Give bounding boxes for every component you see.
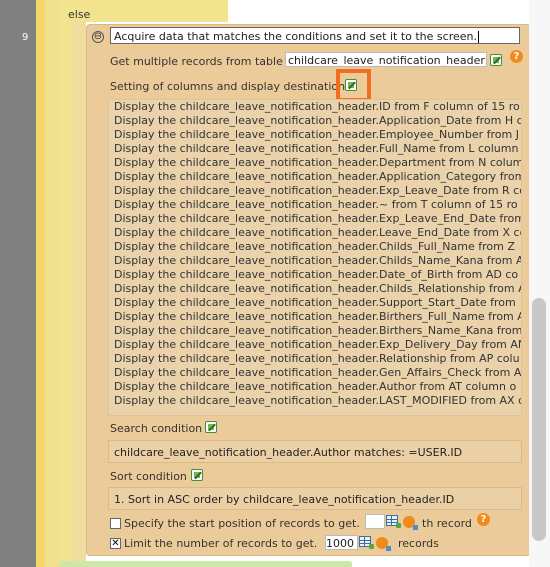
indent-stripe: [36, 0, 45, 567]
start-position-label: Specify the start position of records to…: [124, 517, 360, 530]
limit-suffix: records: [398, 537, 439, 550]
else-label: else: [68, 8, 91, 21]
table-name-field[interactable]: childcare_leave_notification_header: [285, 52, 487, 67]
else-block-body: [60, 22, 72, 567]
line-gutter: 9: [0, 0, 36, 567]
columns-rows: Display the childcare_leave_notification…: [109, 100, 521, 408]
column-mapping-row[interactable]: Display the childcare_leave_notification…: [109, 268, 521, 282]
scrollbar-thumb[interactable]: [532, 298, 546, 541]
column-mapping-row[interactable]: Display the childcare_leave_notification…: [109, 170, 521, 184]
column-mapping-row[interactable]: Display the childcare_leave_notification…: [109, 324, 521, 338]
column-mapping-row[interactable]: Display the childcare_leave_notification…: [109, 184, 521, 198]
column-mapping-row[interactable]: Display the childcare_leave_notification…: [109, 254, 521, 268]
column-mapping-row[interactable]: Display the childcare_leave_notification…: [109, 114, 521, 128]
column-mapping-row[interactable]: Display the childcare_leave_notification…: [109, 240, 521, 254]
column-mapping-row[interactable]: Display the childcare_leave_notification…: [109, 212, 521, 226]
table-select-icon[interactable]: [386, 515, 401, 528]
columns-setting-label: Setting of columns and display destinati…: [110, 80, 346, 93]
expression-icon[interactable]: [403, 516, 418, 530]
action-title-input[interactable]: Acquire data that matches the conditions…: [110, 27, 520, 44]
column-mapping-row[interactable]: Display the childcare_leave_notification…: [109, 338, 521, 352]
edit-search-condition-icon[interactable]: [205, 421, 217, 433]
start-position-suffix: th record: [422, 517, 472, 530]
help-icon[interactable]: ?: [510, 50, 523, 63]
edit-columns-icon[interactable]: [345, 79, 357, 91]
next-block-edge: [60, 561, 352, 567]
collapse-toggle-icon[interactable]: ⊖: [92, 31, 104, 43]
search-condition-box[interactable]: childcare_leave_notification_header.Auth…: [108, 440, 522, 463]
column-mapping-row[interactable]: Display the childcare_leave_notification…: [109, 128, 521, 142]
column-mapping-row[interactable]: Display the childcare_leave_notification…: [109, 142, 521, 156]
indent-column: [45, 0, 60, 567]
limit-input[interactable]: 1000: [325, 535, 358, 550]
column-mapping-row[interactable]: Display the childcare_leave_notification…: [109, 352, 521, 366]
column-mapping-row[interactable]: Display the childcare_leave_notification…: [109, 394, 521, 408]
limit-checkbox[interactable]: ✕: [110, 538, 121, 549]
edit-table-icon[interactable]: [490, 54, 502, 66]
sort-condition-label: Sort condition: [110, 470, 187, 483]
sort-condition-box[interactable]: 1. Sort in ASC order by childcare_leave_…: [108, 487, 522, 510]
edit-sort-condition-icon[interactable]: [191, 469, 203, 481]
help-icon[interactable]: ?: [477, 513, 490, 526]
expression-icon[interactable]: [376, 537, 391, 551]
start-position-input[interactable]: [365, 514, 385, 529]
columns-list[interactable]: Display the childcare_leave_notification…: [108, 99, 522, 416]
table-select-icon[interactable]: [359, 536, 374, 549]
column-mapping-row[interactable]: Display the childcare_leave_notification…: [109, 198, 521, 212]
action-title-text: Acquire data that matches the conditions…: [114, 30, 477, 43]
line-number: 9: [22, 32, 29, 43]
column-mapping-row[interactable]: Display the childcare_leave_notification…: [109, 282, 521, 296]
get-records-label: Get multiple records from table: [110, 55, 283, 68]
search-condition-label: Search condition: [110, 422, 203, 435]
column-mapping-row[interactable]: Display the childcare_leave_notification…: [109, 226, 521, 240]
column-mapping-row[interactable]: Display the childcare_leave_notification…: [109, 366, 521, 380]
start-position-checkbox[interactable]: [110, 518, 121, 529]
column-mapping-row[interactable]: Display the childcare_leave_notification…: [109, 380, 521, 394]
inner-indent: [72, 22, 86, 567]
column-mapping-row[interactable]: Display the childcare_leave_notification…: [109, 310, 521, 324]
column-mapping-row[interactable]: Display the childcare_leave_notification…: [109, 156, 521, 170]
column-mapping-row[interactable]: Display the childcare_leave_notification…: [109, 100, 521, 114]
text-cursor: [477, 31, 479, 43]
limit-label: Limit the number of records to get.: [124, 537, 318, 550]
column-mapping-row[interactable]: Display the childcare_leave_notification…: [109, 296, 521, 310]
